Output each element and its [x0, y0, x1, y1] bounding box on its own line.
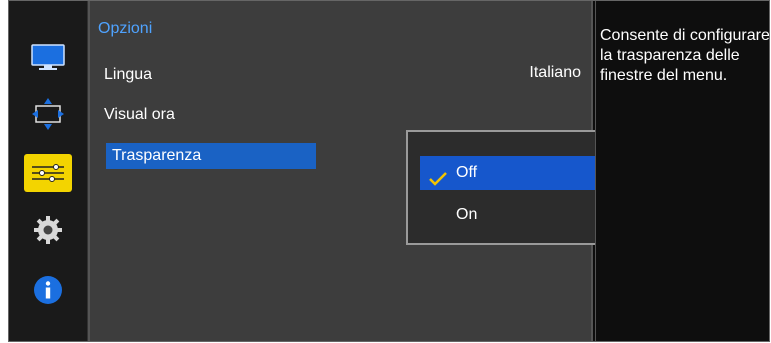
gear-icon[interactable]: [30, 212, 66, 248]
option-label: On: [456, 206, 478, 223]
help-description: Consente di configurare la trasparenza d…: [595, 0, 770, 342]
checkmark-icon: [428, 166, 448, 200]
info-icon[interactable]: [30, 272, 66, 308]
menu-item-label: Trasparenza: [112, 147, 202, 164]
sidebar: [8, 0, 88, 342]
menu-item-lingua[interactable]: Lingua: [104, 62, 152, 88]
menu-item-value-lingua: Italiano: [529, 64, 581, 81]
monitor-icon[interactable]: [30, 40, 66, 76]
menu-item-visual-ora[interactable]: Visual ora: [104, 102, 175, 128]
option-label: Off: [456, 164, 478, 181]
menu-item-label: Visual ora: [104, 106, 175, 123]
menu-title: Opzioni: [98, 20, 153, 37]
options-menu-panel: Opzioni Lingua Italiano Visual ora Trasp…: [88, 0, 670, 342]
options-sliders-icon[interactable]: [24, 154, 72, 192]
menu-item-trasparenza[interactable]: Trasparenza: [106, 143, 316, 169]
screen-adjust-icon[interactable]: [30, 96, 66, 132]
menu-item-label: Lingua: [104, 66, 153, 83]
